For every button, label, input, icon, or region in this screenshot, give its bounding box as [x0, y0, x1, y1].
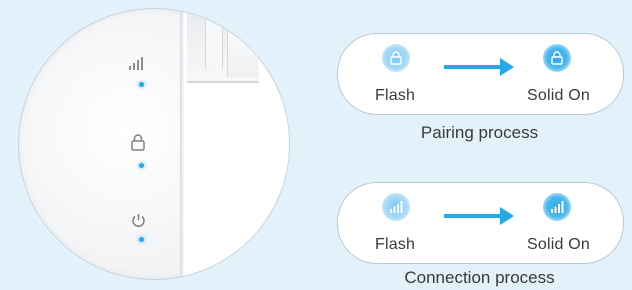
lock-led: [139, 163, 144, 168]
pairing-solid-indicator: [543, 44, 571, 72]
pairing-to-label: Solid On: [527, 87, 590, 104]
lock-icon: [390, 51, 402, 65]
signal-led: [139, 82, 144, 87]
signal-icon: [390, 201, 403, 213]
connection-panel: Flash Solid On: [337, 182, 624, 264]
device-bracket: [187, 9, 259, 83]
pairing-from-label: Flash: [375, 87, 416, 104]
connection-caption: Connection process: [404, 268, 555, 287]
lock-icon: [551, 51, 563, 65]
connection-flash-indicator: [382, 193, 410, 221]
pairing-caption: Pairing process: [420, 123, 539, 142]
arrow-right-icon: [444, 207, 514, 225]
connection-to-label: Solid On: [527, 236, 590, 253]
signal-icon: [129, 57, 143, 70]
connection-from-label: Flash: [375, 236, 416, 253]
power-led: [139, 237, 144, 242]
arrow-right-icon: [444, 58, 514, 76]
connection-solid-indicator: [543, 193, 571, 221]
lock-icon: [131, 134, 145, 151]
bracket-tab: [227, 9, 258, 77]
pairing-flash-indicator: [382, 44, 410, 72]
bracket-notch: [205, 9, 223, 69]
pairing-panel: Flash Solid On: [337, 33, 624, 115]
signal-icon: [551, 201, 564, 213]
device-closeup: [18, 8, 290, 280]
power-icon: [132, 214, 145, 227]
